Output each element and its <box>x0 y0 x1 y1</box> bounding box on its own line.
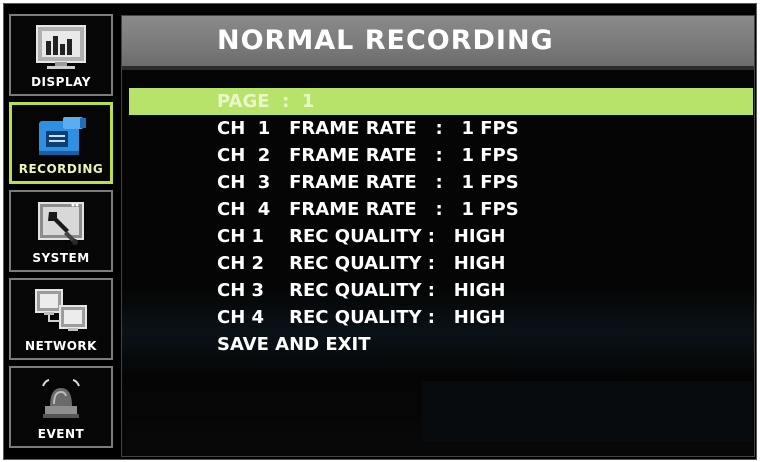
page-title: NORMAL RECORDING <box>217 25 554 56</box>
sidebar-item-label: NETWORK <box>25 339 97 353</box>
menu-item-ch1-rec-quality[interactable]: CH 1 REC QUALITY : HIGH <box>217 225 505 249</box>
alarm-light-icon <box>42 379 80 418</box>
sidebar-item-label: EVENT <box>37 427 85 441</box>
sidebar-item-network[interactable]: NETWORK <box>9 278 113 360</box>
title-bar: NORMAL RECORDING <box>122 16 754 66</box>
sidebar: DISPLAY RECORDING SYSTEM NETWORK EVENT <box>9 14 113 454</box>
menu-item-ch2-frame-rate[interactable]: CH 2 FRAME RATE : 1 FPS <box>217 144 519 168</box>
sidebar-item-display[interactable]: DISPLAY <box>9 14 113 96</box>
menu-item-ch1-frame-rate[interactable]: CH 1 FRAME RATE : 1 FPS <box>217 117 519 141</box>
sidebar-item-label: DISPLAY <box>31 75 91 89</box>
display-icon <box>36 25 86 69</box>
sidebar-item-system[interactable]: SYSTEM <box>9 190 113 272</box>
menu-item-ch2-rec-quality[interactable]: CH 2 REC QUALITY : HIGH <box>217 252 505 276</box>
network-icon <box>35 289 87 331</box>
menu-item-page[interactable]: PAGE : 1 <box>217 90 314 114</box>
menu-item-ch4-rec-quality[interactable]: CH 4 REC QUALITY : HIGH <box>217 306 505 330</box>
menu-item-ch3-rec-quality[interactable]: CH 3 REC QUALITY : HIGH <box>217 279 505 303</box>
sidebar-item-label: RECORDING <box>18 162 104 176</box>
main-panel: NORMAL RECORDING PAGE : 1 CH 1 FRAME RAT… <box>121 15 755 457</box>
sidebar-item-recording[interactable]: RECORDING <box>9 102 113 184</box>
camcorder-icon <box>39 117 86 155</box>
sidebar-item-label: SYSTEM <box>32 251 90 265</box>
sidebar-item-event[interactable]: EVENT <box>9 366 113 448</box>
title-divider <box>122 66 754 70</box>
menu-item-ch4-frame-rate[interactable]: CH 4 FRAME RATE : 1 FPS <box>217 198 519 222</box>
menu-item-save-and-exit[interactable]: SAVE AND EXIT <box>217 333 371 357</box>
background-shade <box>422 381 752 441</box>
wrench-icon <box>38 202 84 245</box>
menu-item-ch3-frame-rate[interactable]: CH 3 FRAME RATE : 1 FPS <box>217 171 519 195</box>
